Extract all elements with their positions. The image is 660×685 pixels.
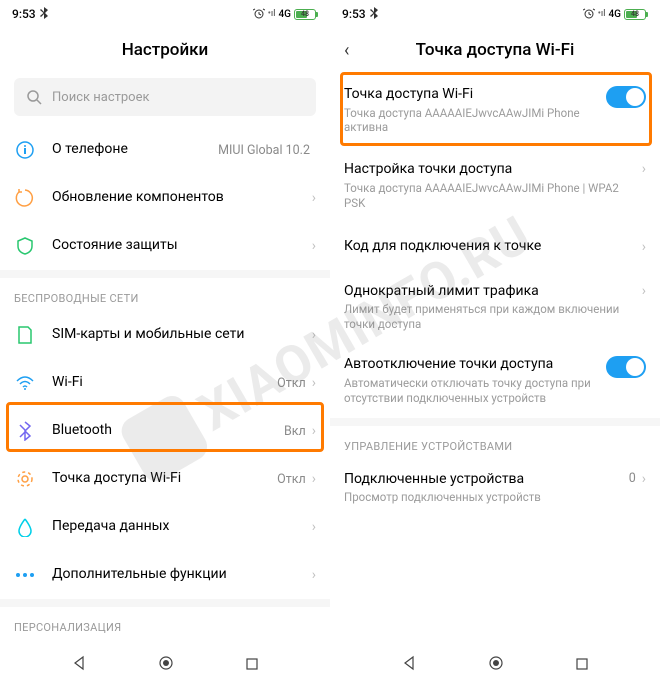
row-traffic-limit[interactable]: Однократный лимит трафика Лимит будет пр… <box>330 271 660 344</box>
row-label: Точка доступа Wi-Fi <box>52 470 277 488</box>
row-value: 0 <box>629 471 636 486</box>
bluetooth-icon <box>40 7 49 22</box>
row-hotspot[interactable]: Точка доступа Wi-Fi Откл › <box>0 455 330 503</box>
chevron-right-icon: › <box>312 327 316 343</box>
row-label: О телефоне <box>52 141 218 159</box>
chevron-right-icon: › <box>312 190 316 206</box>
nav-back[interactable] <box>401 655 417 675</box>
alarm-icon <box>253 7 265 22</box>
row-update[interactable]: Обновление компонентов › <box>0 174 330 222</box>
status-bar: 9:53 •ıl 4G 48 <box>0 0 330 28</box>
row-subtitle: Просмотр подключенных устройств <box>344 490 629 505</box>
row-label: Состояние защиты <box>52 237 312 255</box>
hotspot-toggle[interactable] <box>606 86 646 108</box>
nav-home[interactable] <box>488 655 504 675</box>
chevron-right-icon: › <box>312 423 316 439</box>
page-title: Настройки <box>122 40 209 60</box>
row-wifi[interactable]: Wi-Fi Откл › <box>0 359 330 407</box>
row-about-phone[interactable]: О телефоне MIUI Global 10.2 <box>0 126 330 174</box>
nav-recent[interactable] <box>575 656 589 675</box>
nav-bar <box>0 645 330 685</box>
header: ‹ Точка доступа Wi-Fi <box>330 28 660 72</box>
status-time: 9:53 <box>12 7 36 21</box>
row-label: Однократный лимит трафика <box>344 283 642 301</box>
battery-icon: 48 <box>294 9 318 20</box>
row-value: Откл <box>277 472 306 487</box>
chevron-right-icon: › <box>312 567 316 583</box>
chevron-right-icon: › <box>642 161 646 177</box>
row-bluetooth[interactable]: Bluetooth Вкл › <box>0 407 330 455</box>
network-label: 4G <box>609 9 622 20</box>
battery-icon: 48 <box>624 9 648 20</box>
hotspot-icon <box>14 468 36 490</box>
row-hotspot-toggle[interactable]: Точка доступа Wi-Fi Точка доступа AAAAAI… <box>330 72 660 149</box>
nav-home[interactable] <box>158 655 174 675</box>
header: Настройки <box>0 28 330 72</box>
row-subtitle: Точка доступа AAAAAIEJwvcAAwJIMi Phone а… <box>344 106 606 136</box>
row-hotspot-config[interactable]: Настройка точки доступа Точка доступа AA… <box>330 149 660 222</box>
row-label: Точка доступа Wi-Fi <box>344 86 606 104</box>
search-input[interactable]: Поиск настроек <box>14 78 316 116</box>
nav-bar <box>330 645 660 685</box>
section-manage: УПРАВЛЕНИЕ УСТРОЙСТВАМИ <box>330 426 660 459</box>
row-security[interactable]: Состояние защиты › <box>0 222 330 270</box>
chevron-right-icon: › <box>642 283 646 299</box>
more-icon <box>14 564 36 586</box>
info-icon <box>14 139 36 161</box>
phone-settings: 9:53 •ıl 4G 48 Настройки Поиск настроек <box>0 0 330 685</box>
row-value: Вкл <box>284 424 306 439</box>
phone-hotspot: 9:53 •ıl 4G 48 ‹ Точка доступа Wi-Fi Точ… <box>330 0 660 685</box>
row-label: Wi-Fi <box>52 374 277 392</box>
droplet-icon <box>14 516 36 538</box>
row-devices[interactable]: Подключенные устройства Просмотр подключ… <box>330 459 660 517</box>
chevron-right-icon: › <box>312 519 316 535</box>
row-auto-off[interactable]: Автоотключение точки доступа Автоматичес… <box>330 344 660 417</box>
row-label: Обновление компонентов <box>52 189 312 207</box>
row-label: Bluetooth <box>52 422 284 440</box>
sim-icon <box>14 324 36 346</box>
chevron-right-icon: › <box>312 238 316 254</box>
row-value: MIUI Global 10.2 <box>218 143 310 158</box>
autooff-toggle[interactable] <box>606 356 646 378</box>
row-sim[interactable]: SIM-карты и мобильные сети › <box>0 311 330 359</box>
search-placeholder: Поиск настроек <box>52 90 150 105</box>
row-subtitle: Автоматически отключать точку доступа пр… <box>344 376 606 406</box>
page-title: Точка доступа Wi-Fi <box>416 40 575 60</box>
chevron-right-icon: › <box>312 471 316 487</box>
nav-recent[interactable] <box>245 656 259 675</box>
row-label: Автоотключение точки доступа <box>344 356 606 374</box>
chevron-right-icon: › <box>312 375 316 391</box>
status-time: 9:53 <box>342 7 366 21</box>
row-subtitle: Точка доступа AAAAAIEJwvcAAwJIMi Phone |… <box>344 181 642 211</box>
wifi-icon <box>14 372 36 394</box>
row-subtitle: Лимит будет применяться при каждом включ… <box>344 302 642 332</box>
bluetooth-icon <box>14 420 36 442</box>
bluetooth-icon <box>370 7 379 22</box>
status-bar: 9:53 •ıl 4G 48 <box>330 0 660 28</box>
row-qr-code[interactable]: Код для подключения к точке › <box>330 223 660 271</box>
network-label: 4G <box>279 9 292 20</box>
row-label: Дополнительные функции <box>52 566 312 584</box>
alarm-icon <box>583 7 595 22</box>
row-label: SIM-карты и мобильные сети <box>52 326 312 344</box>
signal-icon: •ıl <box>598 9 606 19</box>
row-label: Подключенные устройства <box>344 471 629 489</box>
section-personal: ПЕРСОНАЛИЗАЦИЯ <box>0 607 330 640</box>
row-label: Настройка точки доступа <box>344 161 642 179</box>
row-value: Откл <box>277 376 306 391</box>
row-data-usage[interactable]: Передача данных › <box>0 503 330 551</box>
chevron-right-icon: › <box>642 239 646 255</box>
signal-icon: •ıl <box>268 9 276 19</box>
row-label: Передача данных <box>52 518 312 536</box>
update-icon <box>14 187 36 209</box>
section-wireless: БЕСПРОВОДНЫЕ СЕТИ <box>0 278 330 311</box>
nav-back[interactable] <box>71 655 87 675</box>
shield-icon <box>14 235 36 257</box>
row-more[interactable]: Дополнительные функции › <box>0 551 330 599</box>
back-button[interactable]: ‹ <box>344 40 349 61</box>
row-label: Код для подключения к точке <box>344 238 642 256</box>
search-icon <box>26 89 42 105</box>
chevron-right-icon: › <box>642 471 646 487</box>
